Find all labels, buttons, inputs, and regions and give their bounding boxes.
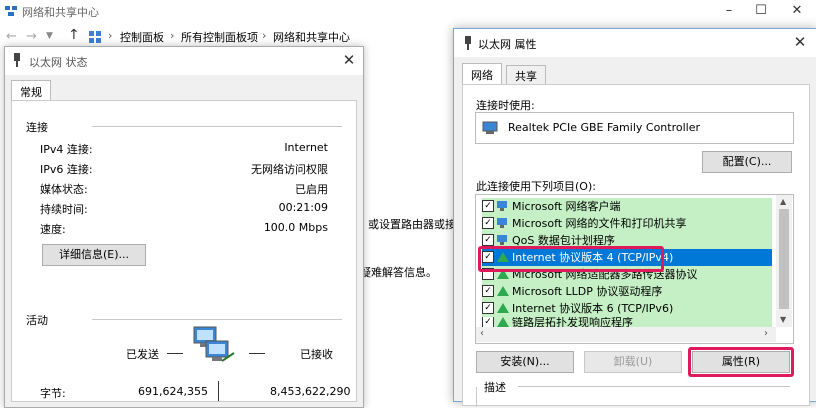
network-icon xyxy=(4,4,18,18)
background-window-title: 网络和共享中心 xyxy=(22,6,99,19)
checkbox[interactable]: ✓ xyxy=(482,317,494,327)
scroll-left-icon[interactable]: ‹ xyxy=(480,328,484,339)
ethernet-icon xyxy=(462,36,474,50)
list-item[interactable]: ✓ Microsoft 网络的文件和打印机共享 xyxy=(482,215,772,232)
back-icon[interactable]: ← xyxy=(6,29,17,44)
ipv4-label: IPv4 连接: xyxy=(40,143,93,156)
list-item-label: Microsoft LLDP 协议驱动程序 xyxy=(512,285,663,298)
list-item[interactable]: ✓ 链路层拓扑发现响应程序 xyxy=(482,317,772,327)
list-item-label: Microsoft 网络客户端 xyxy=(512,200,621,213)
scroll-right-icon[interactable]: › xyxy=(764,328,768,339)
ipv6-value: 无网络访问权限 xyxy=(251,163,328,176)
ethernet-icon xyxy=(11,53,23,67)
network-client-icon xyxy=(497,235,509,245)
close-button[interactable]: ✕ xyxy=(788,32,812,52)
connect-using-label: 连接时使用: xyxy=(476,99,535,112)
breadcrumb-all-items[interactable]: 所有控制面板项 xyxy=(181,29,258,45)
list-item[interactable]: ✓ Microsoft LLDP 协议驱动程序 xyxy=(482,283,772,300)
group-border xyxy=(476,387,477,407)
control-panel-icon xyxy=(88,30,102,44)
ipv4-value: Internet xyxy=(284,141,328,154)
install-button[interactable]: 安装(N)... xyxy=(476,351,574,373)
scroll-down-icon[interactable]: ▼ xyxy=(780,315,786,324)
column-divider xyxy=(218,381,219,401)
list-item-label: Internet 协议版本 6 (TCP/IPv6) xyxy=(512,302,674,315)
breadcrumb-separator: › xyxy=(108,29,113,42)
uninstall-button: 卸载(U) xyxy=(584,351,682,373)
bytes-received-value: 8,453,622,290 xyxy=(270,385,351,398)
bytes-label: 字节: xyxy=(40,387,66,400)
duration-label: 持续时间: xyxy=(40,203,88,216)
forward-icon[interactable]: → xyxy=(26,29,37,44)
protocol-icon xyxy=(497,317,509,327)
details-button[interactable]: 详细信息(E)... xyxy=(42,244,146,266)
checkbox[interactable]: ✓ xyxy=(482,200,494,212)
list-item-label: Microsoft 网络的文件和打印机共享 xyxy=(512,217,687,230)
received-label: 已接收 xyxy=(300,348,333,361)
close-button[interactable]: ✕ xyxy=(337,50,361,70)
connection-section-label: 连接 xyxy=(26,121,48,134)
background-text-fragment: 或设置路由器或接 xyxy=(368,218,456,231)
breadcrumb-separator: › xyxy=(170,29,175,42)
properties-highlight-box xyxy=(688,347,794,377)
chevron-down-icon[interactable]: ▼ xyxy=(46,31,53,41)
vertical-scrollbar[interactable]: ▲ ▼ xyxy=(776,195,792,327)
list-item[interactable]: ✓ Microsoft 网络客户端 xyxy=(482,198,772,215)
close-button[interactable]: ✕ xyxy=(774,0,816,22)
sent-label: 已发送 xyxy=(126,348,159,361)
list-item[interactable]: ✓ Internet 协议版本 6 (TCP/IPv6) xyxy=(482,300,772,317)
duration-value: 00:21:09 xyxy=(278,201,328,214)
status-dialog-titlebar: 以太网 状态 ✕ xyxy=(5,47,363,75)
network-client-icon xyxy=(497,218,509,228)
activity-section-label: 活动 xyxy=(26,314,48,327)
properties-dialog-title: 以太网 属性 xyxy=(478,38,537,51)
speed-label: 速度: xyxy=(40,223,66,236)
general-panel: 连接 IPv4 连接: Internet IPv6 连接: 无网络访问权限 媒体… xyxy=(11,100,357,402)
checkbox[interactable]: ✓ xyxy=(482,234,494,246)
media-state-value: 已启用 xyxy=(295,183,328,196)
adapter-field: Realtek PCIe GBE Family Controller xyxy=(475,112,794,144)
bytes-sent-value: 691,624,355 xyxy=(138,385,208,398)
section-divider xyxy=(92,319,342,320)
status-dialog-title: 以太网 状态 xyxy=(29,56,88,69)
protocol-icon xyxy=(497,303,509,313)
network-client-icon xyxy=(497,201,509,211)
breadcrumb-separator: › xyxy=(262,29,267,42)
properties-dialog-titlebar: 以太网 属性 ✕ xyxy=(454,29,816,57)
description-label: 描述 xyxy=(482,379,508,395)
adapter-name: Realtek PCIe GBE Family Controller xyxy=(508,121,701,134)
ipv4-highlight-box xyxy=(478,246,664,272)
background-window-titlebar: 网络和共享中心 – ☐ ✕ xyxy=(0,0,816,22)
speed-value: 100.0 Mbps xyxy=(263,221,328,234)
protocol-icon xyxy=(497,286,509,296)
checkbox[interactable]: ✓ xyxy=(482,285,494,297)
checkbox[interactable]: ✓ xyxy=(482,217,494,229)
breadcrumb-network-center[interactable]: 网络和共享中心 xyxy=(273,29,350,45)
dash xyxy=(167,353,183,354)
dash xyxy=(249,353,265,354)
items-label: 此连接使用下列项目(O): xyxy=(476,180,596,193)
network-computers-icon xyxy=(192,325,238,365)
scroll-up-icon[interactable]: ▲ xyxy=(780,197,786,206)
media-state-label: 媒体状态: xyxy=(40,183,88,196)
scrollbar-thumb[interactable] xyxy=(779,209,789,309)
background-text-fragment: 疑难解答信息。 xyxy=(360,266,437,279)
list-item-label: 链路层拓扑发现响应程序 xyxy=(512,317,633,327)
section-divider xyxy=(518,386,790,387)
configure-button[interactable]: 配置(C)... xyxy=(702,151,792,173)
network-adapter-icon xyxy=(482,121,500,135)
ethernet-properties-dialog: 以太网 属性 ✕ 网络 共享 连接时使用: Realtek PCIe GBE F… xyxy=(453,28,816,407)
ethernet-status-dialog: 以太网 状态 ✕ 常规 连接 IPv4 连接: Internet IPv6 连接… xyxy=(4,46,364,408)
up-icon[interactable]: ↑ xyxy=(68,27,80,43)
horizontal-scrollbar[interactable]: ‹ › xyxy=(476,327,776,342)
checkbox[interactable]: ✓ xyxy=(482,302,494,314)
breadcrumb-control-panel[interactable]: 控制面板 xyxy=(120,29,164,45)
ipv6-label: IPv6 连接: xyxy=(40,163,93,176)
section-divider xyxy=(92,126,342,127)
